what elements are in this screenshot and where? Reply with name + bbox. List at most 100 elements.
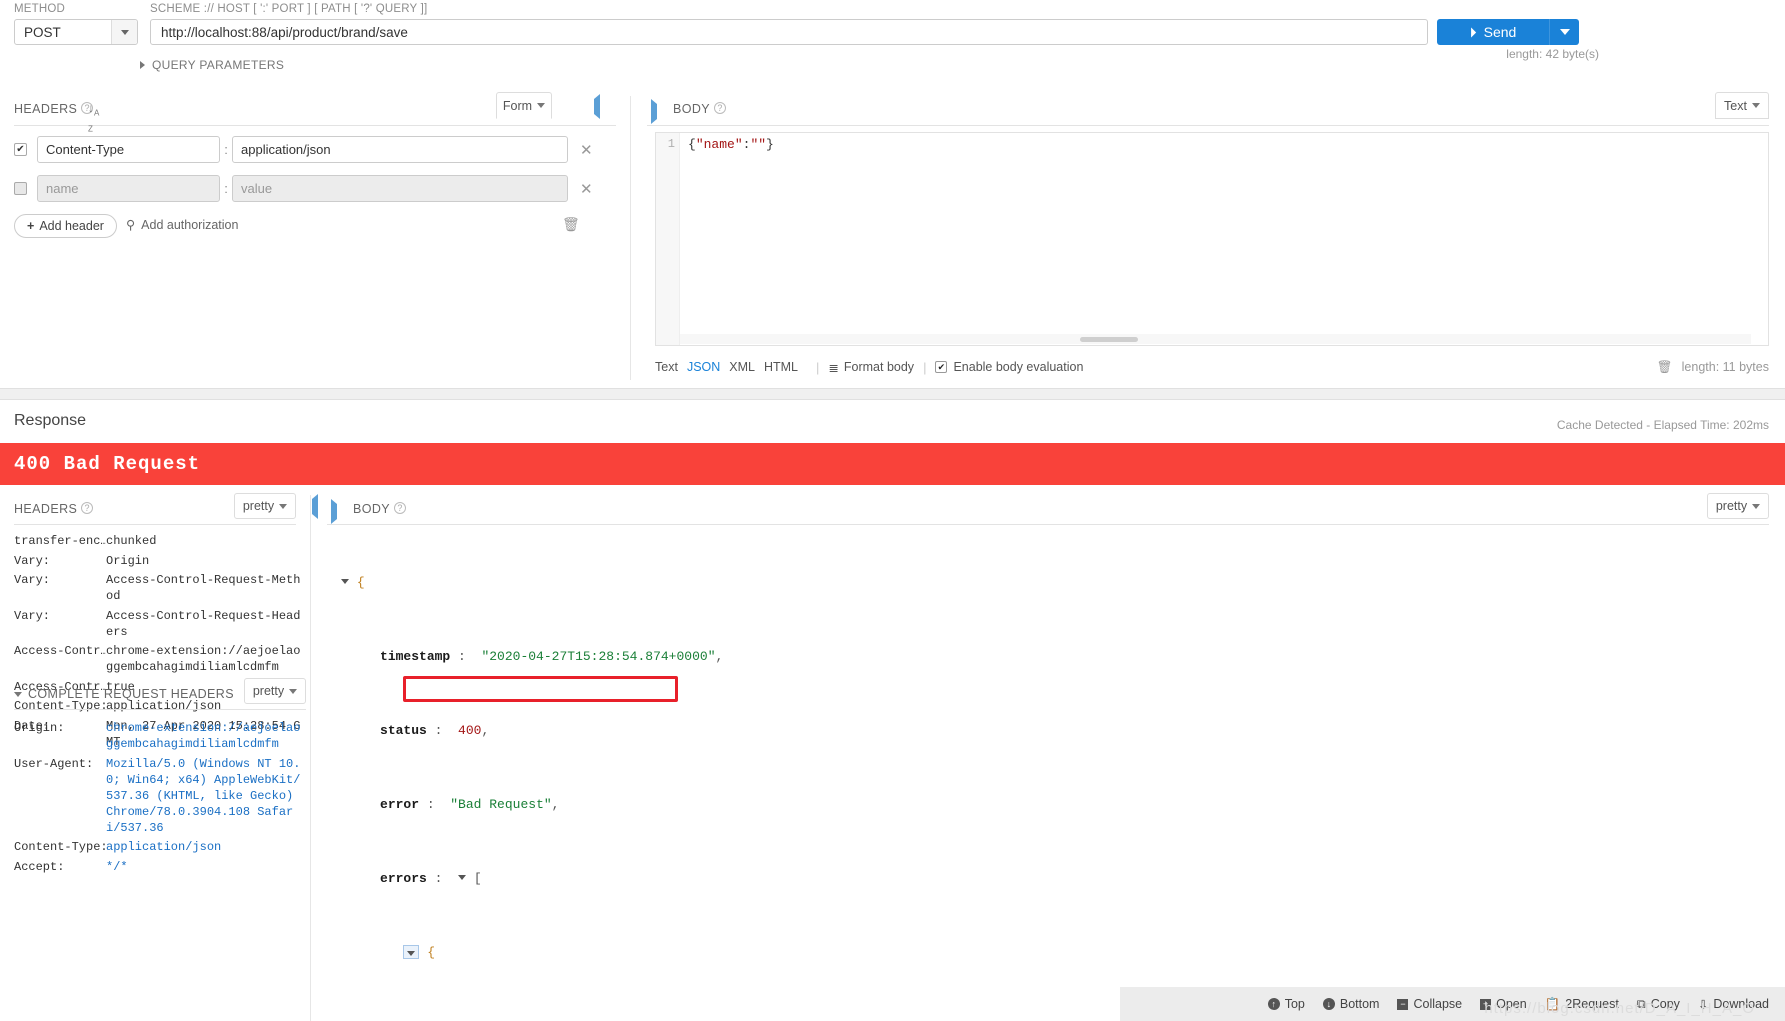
download-label: Download <box>1713 997 1769 1011</box>
scroll-top-button[interactable]: ↑ Top <box>1267 997 1305 1011</box>
to-request-button[interactable]: 📋 2Request <box>1545 997 1619 1012</box>
header-name-input[interactable]: Content-Type <box>37 136 220 163</box>
url-input[interactable]: http://localhost:88/api/product/brand/sa… <box>150 19 1428 45</box>
request-body-code[interactable]: {"name":""} <box>680 133 1768 345</box>
add-header-button[interactable]: + Add header <box>14 214 117 238</box>
response-headers-pretty-dropdown[interactable]: pretty <box>234 493 296 519</box>
response-body-pretty-dropdown[interactable]: pretty <box>1707 493 1769 519</box>
header-name-placeholder: name <box>46 181 79 196</box>
response-header-row: Access-Contr… chrome-extension://aejoela… <box>14 643 306 675</box>
scrollbar-thumb[interactable] <box>1080 337 1138 342</box>
collapse-triangle-icon[interactable] <box>341 579 349 584</box>
help-icon[interactable]: ? <box>394 502 407 514</box>
format-xml-link[interactable]: XML <box>729 360 755 374</box>
collapse-button[interactable]: − Collapse <box>1397 997 1462 1011</box>
copy-button[interactable]: ⧉ Copy <box>1637 997 1680 1012</box>
colon-separator: : <box>224 181 228 196</box>
format-json-link[interactable]: JSON <box>687 360 720 374</box>
send-plane-icon: ⏵ <box>1469 23 1477 40</box>
scroll-bottom-button[interactable]: ↓ Bottom <box>1322 997 1380 1011</box>
request-body-panel: BODY? Text 1 {"name":""} Text JSON XML H… <box>630 92 1785 380</box>
help-icon[interactable]: ? <box>714 102 727 114</box>
status-text: 400 Bad Request <box>14 453 201 475</box>
chevron-down-icon <box>14 691 22 697</box>
headers-collapse-left-icon[interactable] <box>594 94 600 119</box>
trash-icon[interactable]: 🗑 <box>562 216 580 233</box>
format-body-button[interactable]: ≣ Format body <box>828 360 914 375</box>
body-expand-right-icon[interactable] <box>331 499 337 524</box>
body-length-label: length: 11 bytes <box>1681 360 1769 374</box>
request-header-row: Origin: chrome-extension://aejoelaoggemb… <box>14 720 306 752</box>
request-pane: METHOD SCHEME :// HOST [ ':' PORT ] [ PA… <box>0 0 1785 440</box>
json-value-timestamp: "2020-04-27T15:28:54.874+0000" <box>481 649 716 664</box>
body-expand-right-icon[interactable] <box>651 99 657 124</box>
header-enabled-checkbox[interactable]: ✔ <box>14 143 27 156</box>
help-icon[interactable]: ? <box>81 502 94 514</box>
request-header-row: Content-Type: application/json <box>14 839 306 855</box>
body-mode-dropdown[interactable]: Text <box>1715 92 1769 119</box>
header-key: Vary: <box>14 553 51 568</box>
response-body-title: BODY? <box>353 502 407 516</box>
header-value-input[interactable]: value <box>232 175 568 202</box>
key-icon: ⚲ <box>126 218 136 232</box>
add-authorization-label: Add authorization <box>141 217 239 232</box>
send-options-chevron-down-icon[interactable] <box>1549 19 1579 45</box>
pane-divider[interactable] <box>0 388 1785 400</box>
json-open-brace: { <box>688 137 696 152</box>
response-headers-header: HEADERS? pretty <box>14 493 318 525</box>
remove-header-icon[interactable]: ✕ <box>580 180 593 198</box>
complete-request-headers-list: Origin: chrome-extension://aejoelaoggemb… <box>14 720 306 875</box>
chevron-down-icon[interactable] <box>111 20 137 44</box>
header-name-input[interactable]: name <box>37 175 220 202</box>
header-value: Mozilla/5.0 (Windows NT 10.0; Win64; x64… <box>106 756 301 835</box>
query-parameters-toggle[interactable]: QUERY PARAMETERS <box>140 58 284 72</box>
request-body-footer-right: 🗑 length: 11 bytes <box>1657 360 1769 375</box>
copy-request-icon: 📋 <box>1544 996 1561 1011</box>
header-enabled-checkbox[interactable] <box>14 182 27 195</box>
header-row: ✔ Content-Type : application/json ✕ <box>14 134 616 165</box>
response-title: Response <box>14 412 87 429</box>
response-json-viewer[interactable]: { timestamp : "2020-04-27T15:28:54.874+0… <box>341 537 1775 977</box>
format-html-link[interactable]: HTML <box>764 360 798 374</box>
collapse-box-icon[interactable] <box>403 945 420 959</box>
response-headers-title-text: HEADERS <box>14 502 78 516</box>
response-body-header: BODY? pretty <box>327 493 1769 525</box>
complete-request-headers-pretty-dropdown[interactable]: pretty <box>244 678 306 704</box>
minus-square-icon: − <box>1397 998 1409 1010</box>
trash-icon[interactable]: 🗑 <box>1657 360 1673 375</box>
http-method-select[interactable]: POST <box>14 19 138 45</box>
headers-mode-dropdown[interactable]: Form <box>496 92 552 119</box>
chevron-right-icon <box>140 61 145 69</box>
body-mode-label: Text <box>1724 98 1747 113</box>
to-request-label: 2Request <box>1565 997 1619 1011</box>
add-authorization-button[interactable]: ⚲ Add authorization <box>126 217 239 233</box>
json-line: timestamp : "2020-04-27T15:28:54.874+000… <box>380 649 724 664</box>
format-text-link[interactable]: Text <box>655 360 678 374</box>
json-line: { <box>341 574 1775 593</box>
header-key: Access-Contr… <box>14 644 106 658</box>
checkbox-icon[interactable]: ✔ <box>935 361 948 373</box>
json-value-error: "Bad Request" <box>450 797 552 812</box>
response-header-row: Vary: Origin <box>14 553 306 569</box>
editor-horizontal-scrollbar[interactable] <box>680 334 1751 344</box>
sort-az-icon[interactable]: ↓A Z <box>88 101 99 134</box>
header-value: chrome-extension://aejoelaoggembcahagimd… <box>106 644 301 674</box>
send-button[interactable]: ⏵ Send <box>1437 19 1549 45</box>
scroll-bottom-label: Bottom <box>1339 997 1380 1011</box>
enable-body-evaluation-toggle[interactable]: ✔ Enable body evaluation <box>935 360 1083 374</box>
remove-header-icon[interactable]: ✕ <box>580 141 593 159</box>
header-value: Access-Control-Request-Method <box>106 573 301 603</box>
header-value-input[interactable]: application/json <box>232 136 568 163</box>
header-value: chrome-extension://aejoelaoggembcahagimd… <box>106 721 301 751</box>
response-body-title-text: BODY <box>353 502 391 516</box>
download-button[interactable]: ⇩ Download <box>1698 997 1769 1012</box>
open-button[interactable]: + Open <box>1480 997 1527 1011</box>
url-format-label: SCHEME :// HOST [ ':' PORT ] [ PATH [ '?… <box>150 3 428 15</box>
complete-request-headers-toggle[interactable]: COMPLETE REQUEST HEADERS <box>14 687 234 701</box>
json-key-error: error <box>380 797 420 812</box>
header-key: Content-Type: <box>14 840 106 854</box>
chevron-down-icon <box>279 503 288 509</box>
request-body-editor[interactable]: 1 {"name":""} <box>655 132 1769 346</box>
collapse-triangle-icon[interactable] <box>458 875 467 880</box>
add-header-label: Add header <box>39 219 104 233</box>
